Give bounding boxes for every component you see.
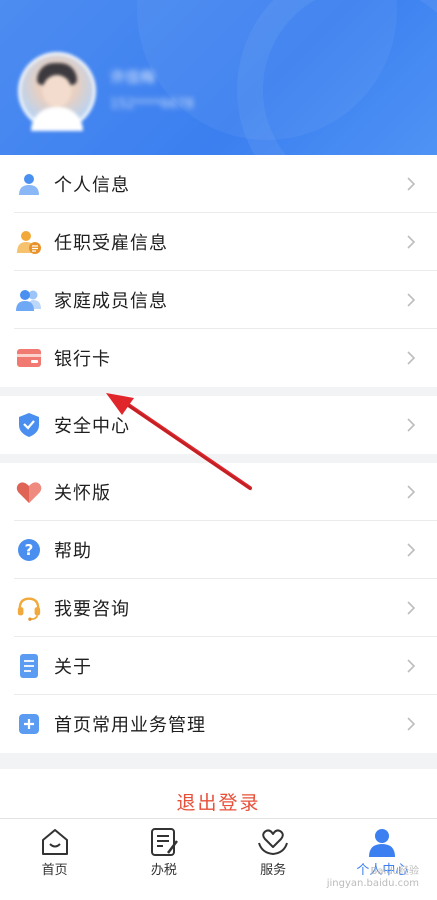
tax-icon bbox=[150, 828, 178, 856]
tab-label: 服务 bbox=[260, 863, 287, 878]
menu-item-about[interactable]: 关于 bbox=[0, 637, 437, 695]
menu-item-family-info[interactable]: 家庭成员信息 bbox=[0, 271, 437, 329]
menu-group-info: 个人信息 任职受雇信息 家庭成员信息 银行卡 bbox=[0, 155, 437, 387]
plus-icon bbox=[16, 711, 42, 737]
menu-item-help[interactable]: ? 帮助 bbox=[0, 521, 437, 579]
menu-item-consult[interactable]: 我要咨询 bbox=[0, 579, 437, 637]
tab-label: 首页 bbox=[41, 863, 68, 878]
bank-card-icon bbox=[16, 345, 42, 371]
tab-service[interactable]: 服务 bbox=[219, 819, 328, 900]
logout-label: 退出登录 bbox=[176, 792, 261, 814]
tab-tax[interactable]: 办税 bbox=[109, 819, 218, 900]
profile-icon bbox=[369, 829, 396, 857]
menu-group-security: 安全中心 bbox=[0, 396, 437, 454]
menu-item-label: 任职受雇信息 bbox=[54, 233, 168, 254]
help-icon: ? bbox=[16, 537, 42, 563]
menu-item-label: 关于 bbox=[54, 657, 92, 678]
chevron-right-icon bbox=[407, 485, 416, 499]
menu-item-care-mode[interactable]: 关怀版 bbox=[0, 463, 437, 521]
avatar[interactable] bbox=[18, 52, 96, 131]
profile-header: 许佳梅 152****6678 bbox=[0, 0, 437, 155]
menu-item-label: 家庭成员信息 bbox=[54, 291, 168, 312]
menu-item-employment-info[interactable]: 任职受雇信息 bbox=[0, 213, 437, 271]
bottom-tab-bar: 首页 办税 服务 个人中心 Baidu经验 jingyan.baidu.com bbox=[0, 818, 437, 900]
service-icon bbox=[258, 829, 289, 856]
chevron-right-icon bbox=[407, 418, 416, 432]
employment-icon bbox=[16, 229, 42, 255]
logout-button[interactable]: 退出登录 bbox=[0, 769, 437, 819]
heart-icon bbox=[16, 479, 42, 505]
tab-label: 办税 bbox=[150, 863, 177, 878]
menu-item-home-business-manage[interactable]: 首页常用业务管理 bbox=[0, 695, 437, 753]
tab-home[interactable]: 首页 bbox=[0, 819, 109, 900]
document-icon bbox=[16, 653, 42, 679]
chevron-right-icon bbox=[407, 293, 416, 307]
user-name: 许佳梅 bbox=[110, 68, 156, 86]
chevron-right-icon bbox=[407, 717, 416, 731]
menu-item-label: 帮助 bbox=[54, 541, 92, 562]
header-decoration bbox=[237, 0, 437, 155]
menu-item-label: 个人信息 bbox=[54, 175, 130, 196]
menu-group-more: 关怀版 ? 帮助 我要咨询 关于 首页常用业务管理 bbox=[0, 463, 437, 753]
svg-text:?: ? bbox=[25, 541, 34, 559]
headset-icon bbox=[16, 595, 42, 621]
chevron-right-icon bbox=[407, 351, 416, 365]
user-phone: 152****6678 bbox=[110, 97, 194, 112]
chevron-right-icon bbox=[407, 543, 416, 557]
home-icon bbox=[41, 829, 68, 855]
menu-item-personal-info[interactable]: 个人信息 bbox=[0, 155, 437, 213]
shield-icon bbox=[16, 412, 42, 438]
menu-item-label: 关怀版 bbox=[54, 483, 111, 504]
menu-item-label: 我要咨询 bbox=[54, 599, 130, 620]
menu-item-security-center[interactable]: 安全中心 bbox=[0, 396, 437, 454]
chevron-right-icon bbox=[407, 235, 416, 249]
menu-item-label: 安全中心 bbox=[54, 416, 130, 437]
person-icon bbox=[16, 171, 42, 197]
family-icon bbox=[16, 287, 42, 313]
menu-item-label: 首页常用业务管理 bbox=[54, 715, 206, 736]
menu-item-label: 银行卡 bbox=[54, 349, 111, 370]
chevron-right-icon bbox=[407, 659, 416, 673]
watermark: Baidu经验 jingyan.baidu.com bbox=[326, 866, 419, 889]
menu-item-bank-card[interactable]: 银行卡 bbox=[0, 329, 437, 387]
chevron-right-icon bbox=[407, 177, 416, 191]
chevron-right-icon bbox=[407, 601, 416, 615]
